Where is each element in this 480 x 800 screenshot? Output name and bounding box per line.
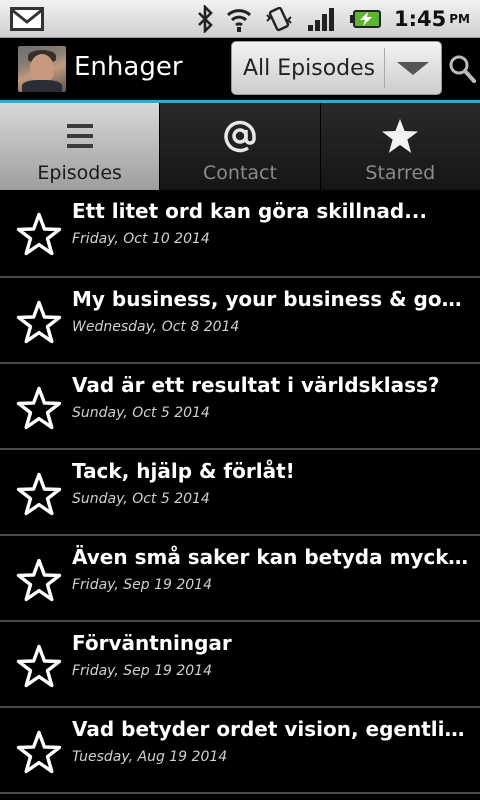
wifi-icon [226, 5, 252, 33]
star-outline-icon[interactable] [16, 644, 62, 692]
tab-label: Episodes [37, 162, 122, 184]
gmail-icon [10, 7, 44, 35]
list-item[interactable]: Tack, hjälp & förlåt! Sunday, Oct 5 2014 [0, 450, 480, 536]
episode-date: Friday, Sep 19 2014 [72, 663, 212, 679]
vibrate-icon [264, 5, 294, 33]
at-sign-icon [221, 119, 259, 153]
episode-date: Sunday, Oct 5 2014 [72, 491, 210, 507]
episode-date: Friday, Sep 19 2014 [72, 577, 212, 593]
star-outline-icon[interactable] [16, 558, 62, 606]
star-outline-icon[interactable] [16, 730, 62, 778]
list-item[interactable]: Även små saker kan betyda mycket... Frid… [0, 536, 480, 622]
status-time: 1:45 [394, 7, 447, 31]
episode-title: Förväntningar [72, 631, 232, 655]
tab-label: Contact [203, 162, 277, 184]
tab-contact[interactable]: Contact [160, 103, 321, 190]
episode-title: Vad är ett resultat i världsklass? [72, 373, 440, 397]
episode-title: Ett litet ord kan göra skillnad... [72, 199, 427, 223]
episode-title: Vad betyder ordet vision, egentligen? [72, 717, 472, 741]
search-icon[interactable] [448, 54, 476, 88]
tab-label: Starred [365, 162, 436, 184]
tab-episodes[interactable]: Episodes [0, 103, 161, 190]
star-outline-icon[interactable] [16, 472, 62, 520]
dropdown-selected-value: All Episodes [243, 55, 376, 81]
chevron-down-icon[interactable] [385, 42, 441, 94]
tab-bar: Episodes Contact Starred [0, 103, 480, 190]
app-title: Enhager [74, 52, 183, 82]
battery-charging-icon [350, 7, 384, 31]
star-outline-icon[interactable] [16, 300, 62, 348]
list-item[interactable]: Ett litet ord kan göra skillnad... Frida… [0, 190, 480, 278]
action-bar: Enhager All Episodes [0, 38, 480, 100]
signal-icon [306, 5, 338, 33]
list-item[interactable]: Vad är ett resultat i världsklass? Sunda… [0, 364, 480, 450]
star-outline-icon[interactable] [16, 212, 62, 260]
list-item[interactable]: Vad betyder ordet vision, egentligen? Tu… [0, 708, 480, 794]
episode-date: Sunday, Oct 5 2014 [72, 405, 210, 421]
app-avatar[interactable] [18, 46, 66, 92]
status-ampm: PM [449, 12, 470, 26]
bluetooth-icon [196, 5, 214, 33]
list-item[interactable]: Förväntningar Friday, Sep 19 2014 [0, 622, 480, 708]
episode-date: Wednesday, Oct 8 2014 [72, 319, 240, 335]
star-outline-icon[interactable] [16, 386, 62, 434]
episode-date: Friday, Oct 10 2014 [72, 231, 210, 247]
episode-list: Ett litet ord kan göra skillnad... Frida… [0, 190, 480, 800]
tab-starred[interactable]: Starred [320, 103, 480, 190]
episodes-filter-dropdown[interactable]: All Episodes [231, 41, 442, 95]
episode-title: Tack, hjälp & förlåt! [72, 459, 295, 483]
star-icon [381, 119, 419, 153]
status-bar: 1:45 PM [0, 0, 480, 38]
list-item[interactable]: My business, your business & god's bu...… [0, 278, 480, 364]
episode-date: Tuesday, Aug 19 2014 [72, 749, 228, 765]
episode-title: My business, your business & god's bu... [72, 287, 472, 311]
menu-lines-icon [65, 119, 95, 153]
episode-title: Även små saker kan betyda mycket... [72, 545, 472, 569]
